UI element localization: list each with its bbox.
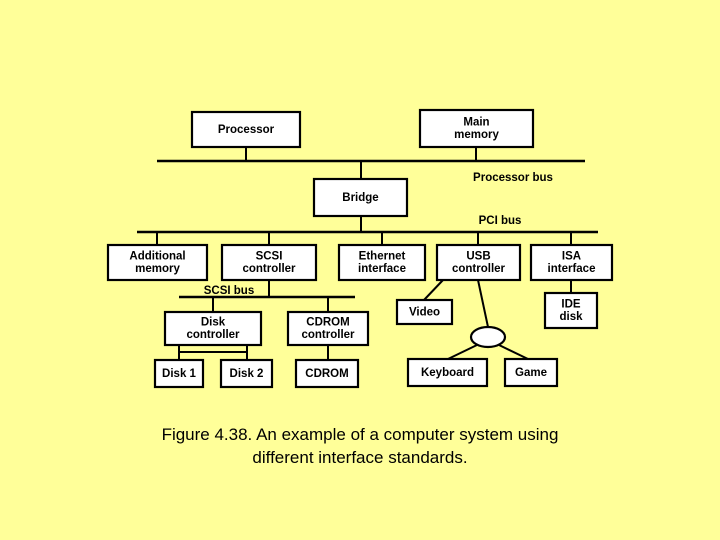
ethernet-interface-label-line-1: Ethernet [359,251,406,263]
usb-controller-to-video [423,279,444,301]
node-ide-disk[interactable]: IDE disk [543,291,599,330]
node-processor[interactable]: Processor [190,110,302,149]
additional-memory-label-line-2: memory [135,263,180,275]
video-label: Video [409,307,440,319]
node-video[interactable]: Video [395,298,454,326]
usb-controller-to-hub [477,279,489,328]
isa-interface-label-line-1: ISA [562,251,581,263]
node-isa-interface[interactable]: ISA interface [529,243,614,282]
usb-controller-label-line-1: USB [466,251,490,263]
node-keyboard[interactable]: Keyboard [406,357,489,388]
disk-controller-label-line-1: Disk [201,317,226,329]
hub-to-keyboard [447,344,478,360]
node-scsi-controller[interactable]: SCSI controller [220,243,318,282]
cdrom-label: CDROM [305,368,348,380]
node-bridge[interactable]: Bridge [312,177,409,218]
node-usb-controller[interactable]: USB controller [435,243,522,282]
cdrom-controller-label-line-2: controller [301,329,355,341]
processor-label: Processor [218,124,275,136]
figure-caption-line-1: Figure 4.38. An example of a computer sy… [161,425,559,444]
disk-controller-label-line-2: controller [186,329,240,341]
isa-interface-label-line-2: interface [548,263,596,275]
node-cdrom-controller[interactable]: CDROM controller [286,310,370,347]
figure-caption-line-2: different interface standards. [252,447,468,467]
processor-bus-label: Processor bus [473,172,553,184]
pci-bus-label: PCI bus [479,215,522,227]
cdrom-controller-label-line-1: CDROM [306,317,349,329]
keyboard-label: Keyboard [421,367,474,379]
node-main-memory[interactable]: Main memory [418,108,535,149]
figure-caption: Figure 4.38. An example of a computer sy… [0,424,720,470]
figure-root: Processor bus PCI bus SCSI bus Processor… [0,0,720,540]
disk-1-label: Disk 1 [162,368,196,380]
main-memory-label-line-2: memory [454,129,499,141]
hub-to-game [498,344,529,360]
node-group: Processor Main memory Bridge Additional … [106,108,614,389]
node-cdrom[interactable]: CDROM [294,358,360,389]
node-usb-hub[interactable] [469,325,507,349]
node-disk-controller[interactable]: Disk controller [163,310,263,347]
node-game[interactable]: Game [503,357,559,388]
scsi-controller-label-line-1: SCSI [256,251,283,263]
usb-controller-label-line-2: controller [452,263,506,275]
scsi-controller-label-line-2: controller [242,263,296,275]
scsi-bus-label: SCSI bus [204,285,254,297]
main-memory-label-line-1: Main [463,117,489,129]
bridge-label: Bridge [342,192,378,204]
ide-disk-label-line-1: IDE [561,299,581,311]
usb-hub-ellipse[interactable] [469,325,507,349]
node-ethernet-interface[interactable]: Ethernet interface [337,243,427,282]
ethernet-interface-label-line-2: interface [358,263,406,275]
disk-2-label: Disk 2 [230,368,264,380]
node-disk-1[interactable]: Disk 1 [153,358,205,389]
game-label: Game [515,367,547,379]
ide-disk-label-line-2: disk [559,311,583,323]
node-additional-memory[interactable]: Additional memory [106,243,209,282]
node-disk-2[interactable]: Disk 2 [219,358,274,389]
additional-memory-label-line-1: Additional [129,251,185,263]
